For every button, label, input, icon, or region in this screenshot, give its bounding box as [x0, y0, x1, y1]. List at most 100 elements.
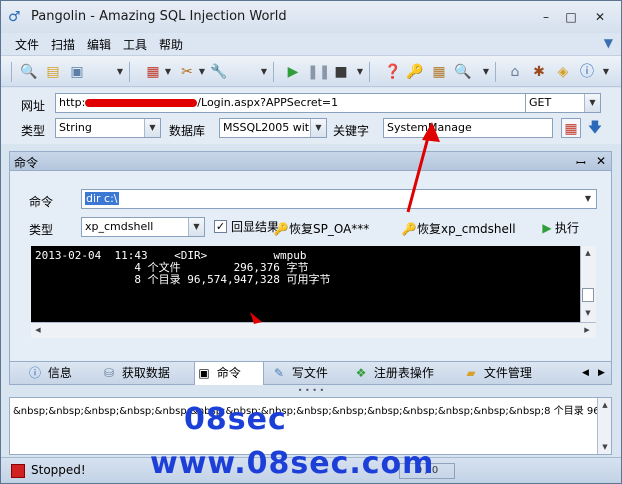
main-toolbar: 🔍 ▤ ▣ ▼ ▦ ▼ ✂ ▼ 🔧 ▼ ▶ ❚❚ ■ ▼ ❓ 🔑 ▦ 🔍 ▼ ⌂…: [1, 55, 621, 87]
tab-info[interactable]: ⓘ 信息: [26, 362, 72, 385]
table-icon[interactable]: ▦: [429, 62, 449, 82]
pangolin-app-icon: ♂: [8, 9, 21, 25]
document-icon[interactable]: ▣: [67, 62, 87, 82]
tools-icon[interactable]: ✂: [177, 62, 197, 82]
echo-result-label: 回显结果: [231, 220, 280, 234]
toolbar-dropdown-icon[interactable]: ▼: [355, 62, 365, 82]
pause-icon[interactable]: ❚❚: [307, 62, 330, 82]
database-select[interactable]: MSSQL2005 with I ▼: [219, 118, 327, 138]
restore-sp-oa-button[interactable]: 🔑恢复SP_OA***: [273, 220, 370, 237]
menu-edit[interactable]: 编辑: [87, 36, 111, 53]
menu-scan[interactable]: 扫描: [51, 36, 75, 53]
toolbar-separator: [11, 62, 12, 82]
gift-icon[interactable]: ▦: [143, 62, 163, 82]
window-title: Pangolin - Amazing SQL Injection World: [31, 9, 287, 24]
title-bar: ♂ Pangolin - Amazing SQL Injection World…: [1, 1, 621, 33]
tab-scroll-right-icon[interactable]: ▶: [598, 362, 605, 385]
toolbar-dropdown-icon[interactable]: ▼: [115, 62, 125, 82]
scrollbar-thumb[interactable]: [582, 288, 594, 302]
tab-write-file[interactable]: ✎ 写文件: [270, 362, 328, 385]
method-select[interactable]: GET ▼: [525, 93, 601, 113]
log-vertical-scrollbar[interactable]: ▲ ▼: [597, 398, 611, 454]
app-window: ♂ Pangolin - Amazing SQL Injection World…: [0, 0, 622, 484]
command-output: 2013-02-04 11:43 <DIR> wmpub 4 个文件 296,3…: [31, 246, 596, 322]
chevron-down-icon[interactable]: ▼: [144, 119, 160, 137]
minimize-button[interactable]: –: [533, 7, 559, 27]
toolbar-dropdown-icon[interactable]: ▼: [481, 62, 491, 82]
toolbar-dropdown-icon[interactable]: ▼: [601, 62, 611, 82]
scroll-down-icon[interactable]: ▼: [581, 306, 595, 320]
home-icon[interactable]: ⌂: [505, 62, 525, 82]
tab-label: 信息: [47, 366, 72, 380]
method-value: GET: [529, 96, 552, 109]
scroll-right-icon[interactable]: ▶: [580, 323, 594, 337]
command-input[interactable]: dir c:\ ▼: [81, 189, 597, 209]
type-value: String: [59, 121, 92, 134]
cube-icon[interactable]: ◈: [553, 62, 573, 82]
close-button[interactable]: ✕: [587, 7, 613, 27]
magnify-icon[interactable]: 🔍: [19, 62, 39, 82]
command-type-select[interactable]: xp_cmdshell ▼: [81, 217, 205, 237]
maximize-button[interactable]: □: [558, 7, 584, 27]
toolbar-dropdown-icon[interactable]: ▼: [163, 62, 173, 82]
key-icon[interactable]: 🔑: [405, 62, 425, 82]
chevron-down-icon[interactable]: ▼: [580, 190, 596, 208]
arrow-down-icon[interactable]: 🡇: [585, 118, 605, 138]
chevron-down-icon[interactable]: ▼: [310, 119, 326, 137]
tab-fetch-data[interactable]: ⛁ 获取数据: [100, 362, 170, 385]
info-icon[interactable]: ⓘ: [577, 62, 597, 82]
watermark-logo: 08sec: [184, 402, 287, 437]
type-select[interactable]: String ▼: [55, 118, 161, 138]
search-icon[interactable]: 🔍: [453, 62, 473, 82]
scroll-up-icon[interactable]: ▲: [598, 398, 611, 412]
tab-file-manager[interactable]: ▰ 文件管理: [462, 362, 531, 385]
scroll-up-icon[interactable]: ▲: [581, 246, 595, 260]
redaction-mark: [85, 99, 198, 107]
notes-icon[interactable]: ▤: [43, 62, 63, 82]
url-input[interactable]: http: /Login.aspx?APPSecret=1: [55, 93, 531, 113]
target-panel: 网址 http: /Login.aspx?APPSecret=1 GET ▼ 类型…: [1, 88, 621, 144]
wrench-icon[interactable]: 🔧: [209, 62, 229, 82]
toolbar-dropdown-icon[interactable]: ▼: [197, 62, 207, 82]
menu-help[interactable]: 帮助: [159, 36, 183, 53]
restore-cmdshell-label: 恢复xp_cmdshell: [417, 222, 516, 236]
console-icon: ▣: [198, 366, 210, 380]
info-icon: ⓘ: [28, 366, 41, 380]
command-type-value: xp_cmdshell: [85, 220, 154, 233]
scroll-left-icon[interactable]: ◀: [31, 323, 45, 337]
keyword-input[interactable]: SystemManage: [383, 118, 553, 138]
folder-icon: ▰: [466, 366, 476, 380]
tab-command[interactable]: ▣ 命令: [194, 362, 264, 385]
close-panel-icon[interactable]: ✕: [596, 154, 606, 168]
restore-sp-oa-label: 恢复SP_OA***: [289, 222, 370, 236]
menu-tools[interactable]: 工具: [123, 36, 147, 53]
stop-icon[interactable]: ■: [331, 62, 351, 82]
command-panel-title: 命令: [14, 156, 39, 170]
command-label: 命令: [29, 195, 54, 209]
registry-icon: ❖: [355, 366, 367, 380]
bug-icon[interactable]: ✱: [529, 62, 549, 82]
pin-icon[interactable]: ꟷ: [576, 154, 586, 171]
chevron-down-icon[interactable]: ▼: [188, 218, 204, 236]
toolbar-separator: [495, 62, 496, 82]
module-tabs: ⓘ 信息 ⛁ 获取数据 ▣ 命令 ✎ 写文件 ❖ 注册表操作 ▰ 文件管理 ◀ …: [9, 361, 612, 385]
scroll-down-icon[interactable]: ▼: [598, 440, 611, 454]
menu-file[interactable]: 文件: [15, 36, 39, 53]
toolbar-dropdown-icon[interactable]: ▼: [259, 62, 269, 82]
tab-registry[interactable]: ❖ 注册表操作: [352, 362, 434, 385]
restore-cmdshell-button[interactable]: 🔑恢复xp_cmdshell: [401, 220, 516, 237]
echo-result-checkbox[interactable]: ✓: [214, 220, 227, 233]
help-icon[interactable]: ❓: [383, 62, 403, 82]
key-icon: 🔑: [273, 222, 289, 236]
tab-scroll-left-icon[interactable]: ◀: [582, 362, 589, 385]
panel-splitter[interactable]: • • • •: [1, 387, 621, 396]
play-icon[interactable]: ▶: [283, 62, 303, 82]
chevron-down-icon[interactable]: ▼: [584, 94, 600, 112]
write-file-icon: ✎: [273, 366, 285, 380]
database-value: MSSQL2005 with I: [223, 121, 323, 134]
output-vertical-scrollbar[interactable]: ▲ ▼: [580, 246, 596, 322]
output-horizontal-scrollbar[interactable]: ◀ ▶: [31, 322, 596, 338]
grid-select-button[interactable]: ▦: [561, 118, 581, 138]
execute-button[interactable]: ▶ 执行: [539, 219, 579, 236]
menu-collapse-icon[interactable]: ▼: [604, 36, 613, 50]
